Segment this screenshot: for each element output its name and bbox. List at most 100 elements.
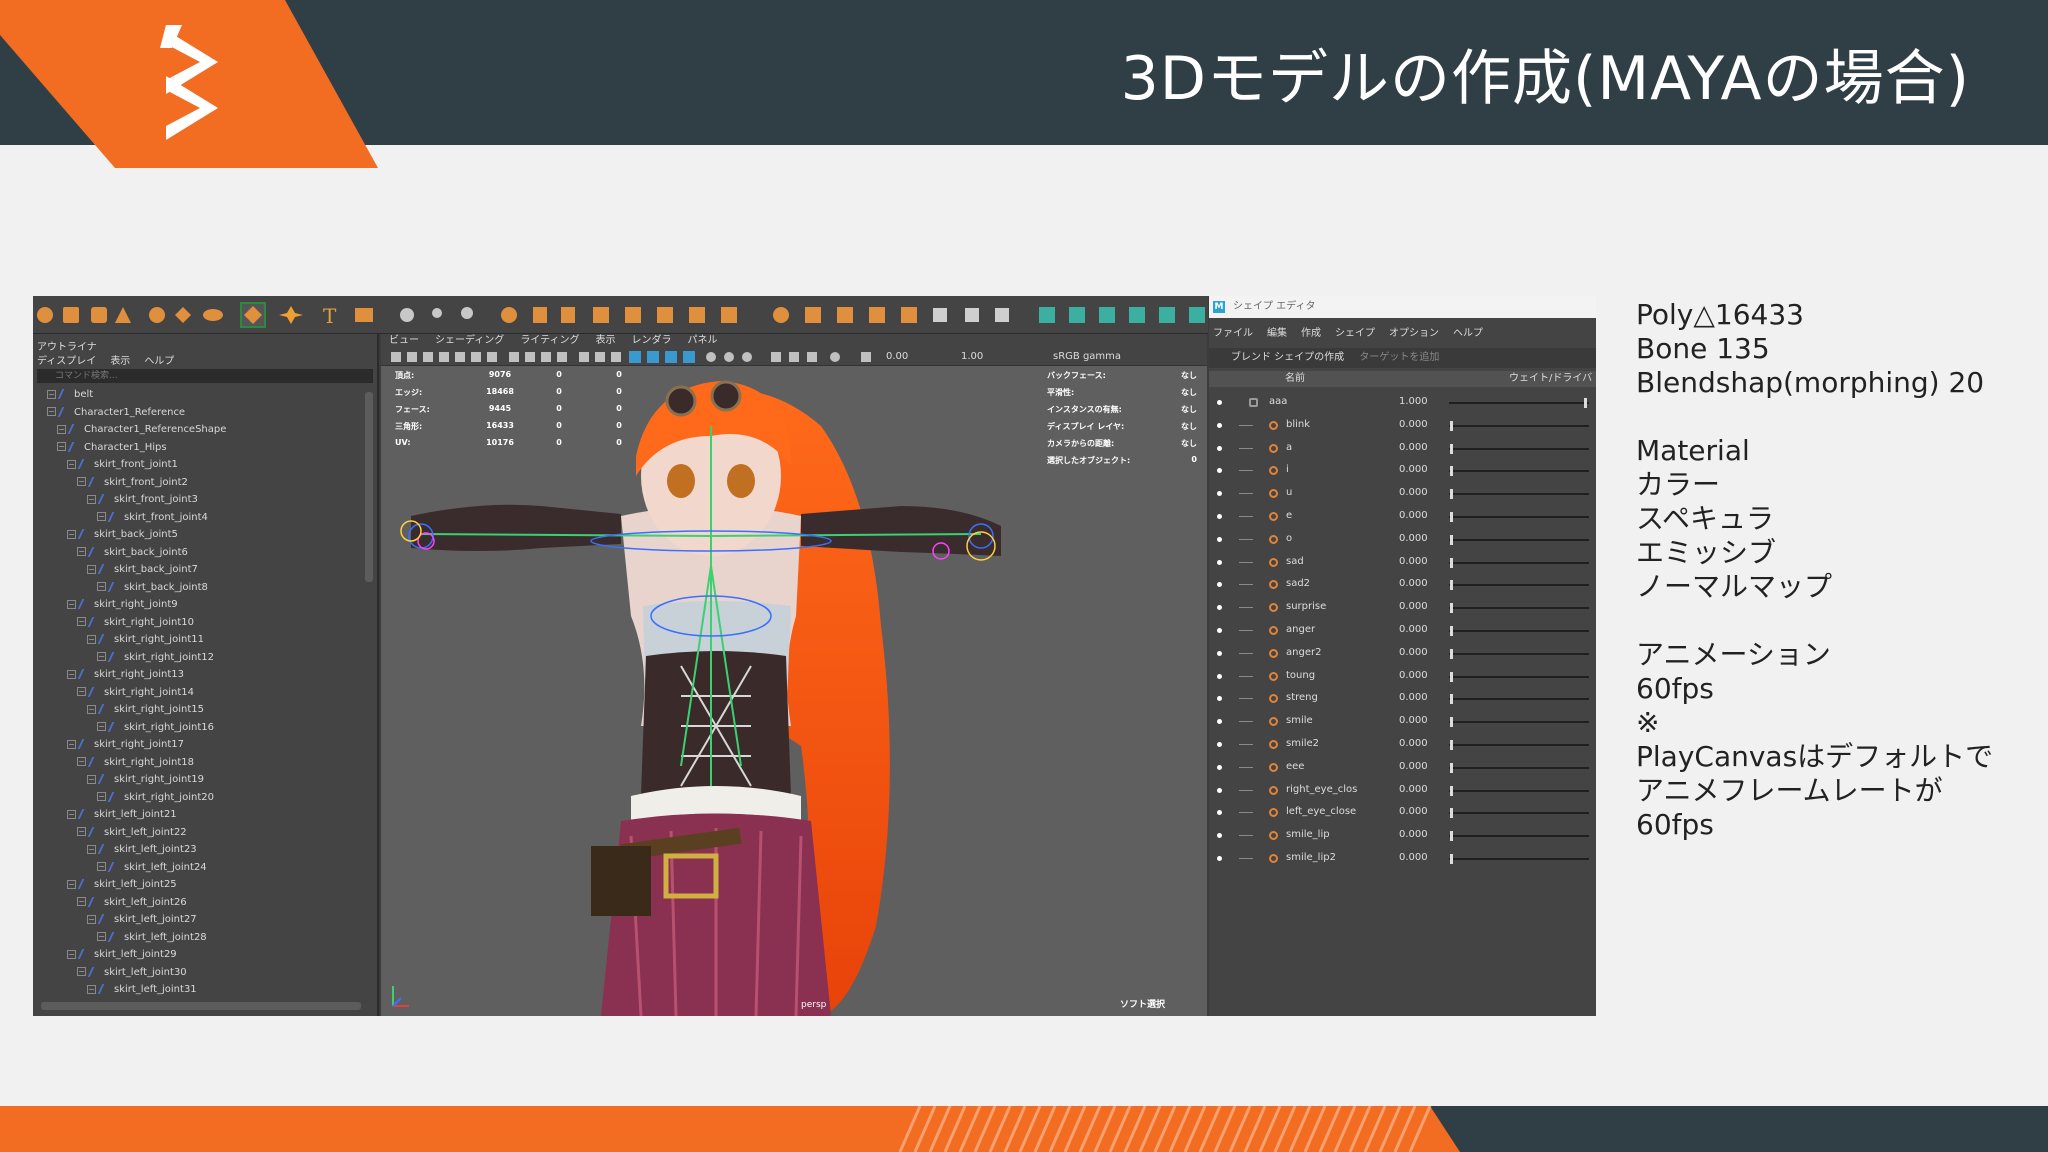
expand-toggle-icon[interactable]: − bbox=[77, 687, 86, 696]
target-weight-value[interactable]: 0.000 bbox=[1399, 665, 1428, 688]
outliner-item[interactable]: − skirt_right_joint16 bbox=[33, 719, 363, 737]
outliner-item[interactable]: − skirt_right_joint19 bbox=[33, 771, 363, 789]
weight-slider-track[interactable] bbox=[1449, 789, 1589, 792]
expand-toggle-icon[interactable]: − bbox=[97, 932, 106, 941]
blendshape-target-row[interactable]: streng 0.000 bbox=[1209, 687, 1596, 710]
weight-slider-handle[interactable] bbox=[1450, 648, 1453, 659]
weight-slider-track[interactable] bbox=[1449, 561, 1589, 564]
viewport-field-b[interactable]: 1.00 bbox=[961, 351, 983, 362]
add-target-button[interactable]: ターゲットを追加 bbox=[1359, 352, 1439, 363]
weight-slider-track[interactable] bbox=[1449, 766, 1589, 769]
vp-menu-panels[interactable]: パネル bbox=[688, 334, 718, 348]
blendshape-target-row[interactable]: a 0.000 bbox=[1209, 437, 1596, 460]
visibility-icon[interactable] bbox=[1217, 810, 1222, 816]
visibility-icon[interactable] bbox=[1217, 833, 1222, 839]
outliner-scrollbar[interactable] bbox=[365, 392, 373, 582]
expand-toggle-icon[interactable]: − bbox=[77, 477, 86, 486]
expand-toggle-icon[interactable]: − bbox=[47, 407, 56, 416]
expand-toggle-icon[interactable]: − bbox=[97, 862, 106, 871]
target-weight-value[interactable]: 0.000 bbox=[1399, 824, 1428, 847]
target-weight-value[interactable]: 0.000 bbox=[1399, 528, 1428, 551]
weight-slider-track[interactable] bbox=[1449, 447, 1589, 450]
visibility-icon[interactable] bbox=[1217, 673, 1222, 679]
column-weight[interactable]: ウェイト/ドライバ bbox=[1509, 371, 1592, 387]
target-weight-value[interactable]: 0.000 bbox=[1399, 779, 1428, 802]
expand-toggle-icon[interactable]: − bbox=[77, 547, 86, 556]
color-space-select[interactable]: sRGB gamma bbox=[1053, 351, 1121, 362]
outliner-item[interactable]: − skirt_left_joint22 bbox=[33, 824, 363, 842]
weight-slider-handle[interactable] bbox=[1450, 739, 1453, 750]
expand-toggle-icon[interactable]: − bbox=[67, 809, 76, 819]
outliner-item[interactable]: − skirt_front_joint2 bbox=[33, 474, 363, 492]
weight-slider-handle[interactable] bbox=[1450, 808, 1453, 819]
weight-slider-track[interactable] bbox=[1449, 515, 1589, 518]
weight-slider-handle[interactable] bbox=[1450, 717, 1453, 728]
outliner-item[interactable]: − skirt_right_joint11 bbox=[33, 631, 363, 649]
weight-slider-handle[interactable] bbox=[1584, 398, 1587, 408]
blendshape-target-row[interactable]: sad2 0.000 bbox=[1209, 573, 1596, 596]
expand-toggle-icon[interactable]: − bbox=[67, 739, 76, 749]
expand-toggle-icon[interactable]: − bbox=[87, 774, 96, 784]
blendshape-target-row[interactable]: eee 0.000 bbox=[1209, 756, 1596, 779]
outliner-item[interactable]: − skirt_left_joint25 bbox=[33, 876, 363, 894]
target-weight-value[interactable]: 0.000 bbox=[1399, 573, 1428, 596]
visibility-icon[interactable] bbox=[1217, 536, 1222, 542]
blendshape-target-row[interactable]: right_eye_clos 0.000 bbox=[1209, 779, 1596, 802]
weight-slider-handle[interactable] bbox=[1450, 443, 1453, 454]
expand-toggle-icon[interactable]: − bbox=[67, 949, 76, 959]
weight-slider-handle[interactable] bbox=[1450, 831, 1453, 842]
expand-toggle-icon[interactable]: − bbox=[87, 984, 96, 994]
target-weight-value[interactable]: 0.000 bbox=[1399, 482, 1428, 505]
visibility-icon[interactable] bbox=[1217, 627, 1222, 633]
outliner-item[interactable]: − skirt_right_joint9 bbox=[33, 596, 363, 614]
weight-slider-track[interactable] bbox=[1449, 698, 1589, 701]
expand-toggle-icon[interactable]: − bbox=[97, 792, 106, 801]
target-weight-value[interactable]: 0.000 bbox=[1399, 733, 1428, 756]
weight-slider-handle[interactable] bbox=[1450, 534, 1453, 545]
weight-slider-track[interactable] bbox=[1449, 402, 1589, 404]
expand-toggle-icon[interactable]: − bbox=[87, 494, 96, 504]
visibility-icon[interactable] bbox=[1217, 445, 1222, 451]
target-weight-value[interactable]: 0.000 bbox=[1399, 756, 1428, 779]
expand-toggle-icon[interactable]: − bbox=[77, 897, 86, 906]
target-weight-value[interactable]: 0.000 bbox=[1399, 459, 1428, 482]
weight-slider-handle[interactable] bbox=[1450, 603, 1453, 614]
outliner-item[interactable]: − skirt_left_joint27 bbox=[33, 911, 363, 929]
blendshape-node-value[interactable]: 1.000 bbox=[1399, 391, 1428, 414]
create-blendshape-button[interactable]: ブレンド シェイプの作成 bbox=[1231, 352, 1344, 363]
outliner-item[interactable]: − skirt_right_joint14 bbox=[33, 684, 363, 702]
expand-toggle-icon[interactable]: − bbox=[47, 389, 56, 399]
weight-slider-track[interactable] bbox=[1449, 607, 1589, 610]
expand-toggle-icon[interactable]: − bbox=[67, 459, 76, 469]
visibility-icon[interactable] bbox=[1217, 559, 1222, 565]
target-weight-value[interactable]: 0.000 bbox=[1399, 642, 1428, 665]
blendshape-target-row[interactable]: smile_lip2 0.000 bbox=[1209, 847, 1596, 870]
vp-menu-renderer[interactable]: レンダラ bbox=[632, 334, 672, 348]
expand-toggle-icon[interactable]: − bbox=[97, 512, 106, 521]
weight-slider-handle[interactable] bbox=[1450, 785, 1453, 796]
weight-slider-track[interactable] bbox=[1449, 743, 1589, 746]
outliner-item[interactable]: − Character1_Hips bbox=[33, 439, 363, 457]
vp-menu-lighting[interactable]: ライティング bbox=[520, 334, 579, 348]
column-name[interactable]: 名前 bbox=[1285, 371, 1305, 387]
weight-slider-handle[interactable] bbox=[1450, 557, 1453, 568]
expand-toggle-icon[interactable]: − bbox=[97, 652, 106, 661]
outliner-item[interactable]: − skirt_back_joint6 bbox=[33, 544, 363, 562]
expand-toggle-icon[interactable]: − bbox=[57, 424, 66, 434]
weight-slider-handle[interactable] bbox=[1450, 671, 1453, 682]
vp-menu-show[interactable]: 表示 bbox=[596, 334, 616, 348]
weight-slider-track[interactable] bbox=[1449, 538, 1589, 541]
outliner-menu-show[interactable]: 表示 bbox=[110, 352, 130, 367]
outliner-item[interactable]: − skirt_right_joint20 bbox=[33, 789, 363, 807]
se-menu-create[interactable]: 作成 bbox=[1301, 324, 1321, 339]
expand-toggle-icon[interactable]: − bbox=[77, 757, 86, 766]
blendshape-target-row[interactable]: left_eye_close 0.000 bbox=[1209, 801, 1596, 824]
weight-slider-track[interactable] bbox=[1449, 470, 1589, 473]
blendshape-target-row[interactable]: smile2 0.000 bbox=[1209, 733, 1596, 756]
visibility-icon[interactable] bbox=[1217, 468, 1222, 474]
expand-toggle-icon[interactable]: − bbox=[87, 844, 96, 854]
outliner-menu-display[interactable]: ディスプレイ bbox=[37, 352, 96, 367]
outliner-item[interactable]: − skirt_right_joint10 bbox=[33, 614, 363, 632]
outliner-item[interactable]: − Character1_ReferenceShape bbox=[33, 421, 363, 439]
expand-toggle-icon[interactable]: − bbox=[67, 879, 76, 889]
